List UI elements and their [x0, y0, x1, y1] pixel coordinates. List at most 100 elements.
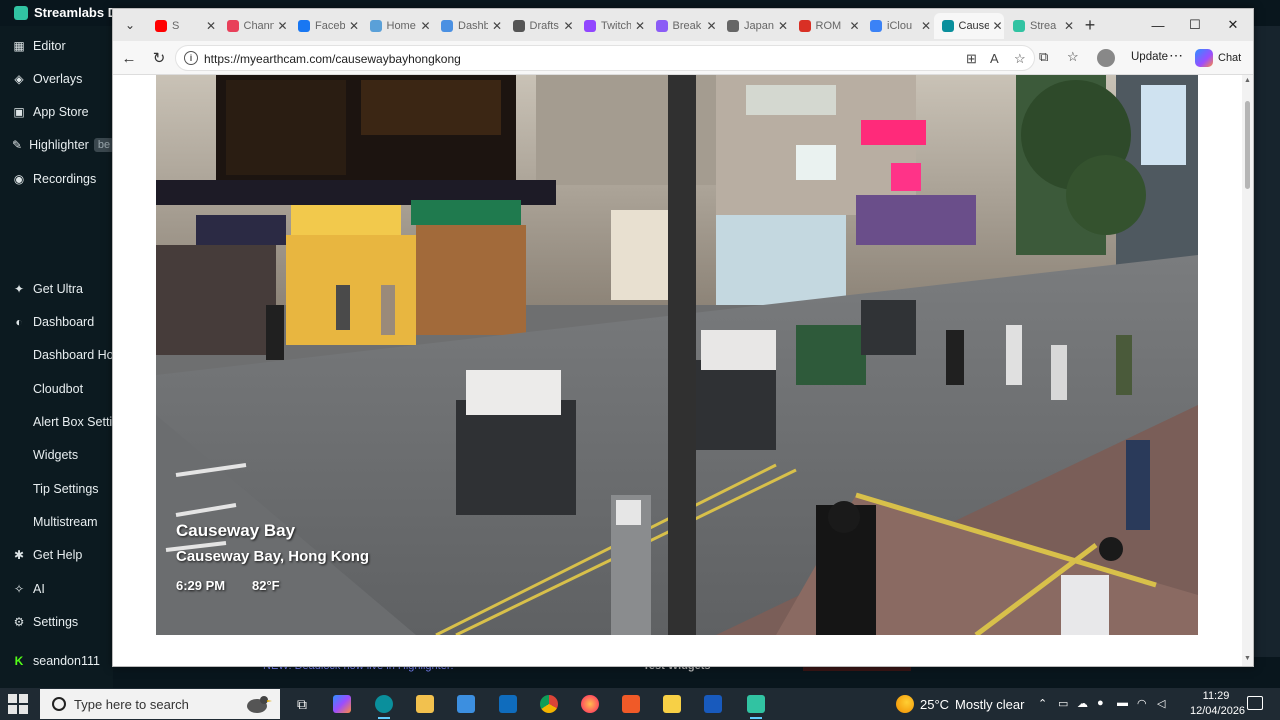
tab-label: Dashb — [458, 20, 488, 32]
extensions-icon[interactable]: ⧉ — [1039, 49, 1048, 65]
nav-editor[interactable]: ▦ Editor — [0, 31, 113, 61]
new-tab-button[interactable]: + — [1079, 14, 1101, 36]
close-tab-icon[interactable]: ✕ — [421, 19, 431, 33]
close-tab-icon[interactable]: ✕ — [492, 19, 502, 33]
copilot-chat-button[interactable]: Chat — [1195, 49, 1241, 67]
site-info-icon[interactable]: i — [184, 51, 198, 65]
nav-multistream[interactable]: Multistream — [0, 507, 113, 537]
nav-dashboard[interactable]: ◐ Dashboard — [0, 307, 113, 337]
scrollbar-thumb[interactable] — [1245, 101, 1250, 189]
close-tab-icon[interactable]: ✕ — [707, 19, 717, 33]
close-tab-icon[interactable]: ✕ — [349, 19, 359, 33]
more-menu-icon[interactable]: ⋯ — [1169, 47, 1183, 64]
notification-center-icon[interactable] — [1247, 696, 1263, 710]
wifi-icon[interactable]: ◠ — [1137, 697, 1147, 710]
close-tab-icon[interactable]: ✕ — [635, 19, 645, 33]
microphone-icon[interactable]: ● — [1097, 697, 1104, 709]
browser-tab[interactable]: Cause ✕ — [933, 13, 1004, 39]
weather-moon-icon — [896, 695, 914, 713]
scroll-down-icon[interactable]: ▼ — [1244, 655, 1251, 662]
browser-tab[interactable]: Drafts ✕ — [505, 13, 575, 39]
search-icon — [52, 697, 66, 711]
tray-app-icon[interactable]: ▭ — [1058, 697, 1068, 710]
file-explorer-icon[interactable] — [411, 692, 439, 716]
windows-start-icon[interactable] — [8, 694, 28, 714]
tab-label: Home — [386, 20, 416, 32]
scroll-up-icon[interactable]: ▲ — [1244, 77, 1251, 84]
chrome-icon[interactable] — [535, 692, 563, 716]
weather-widget[interactable]: 25°C Mostly clear — [896, 695, 1024, 713]
firefox-icon[interactable] — [576, 692, 604, 716]
minimize-button[interactable]: — — [1143, 14, 1173, 36]
nav-ai[interactable]: ✧ AI — [0, 574, 113, 604]
profile-avatar[interactable] — [1097, 49, 1115, 67]
word-icon[interactable] — [699, 692, 727, 716]
close-tab-icon[interactable]: ✕ — [278, 19, 288, 33]
close-tab-icon[interactable]: ✕ — [564, 19, 574, 33]
help-icon: ✱ — [13, 548, 25, 562]
back-button[interactable]: ← — [117, 47, 141, 69]
close-tab-icon[interactable]: ✕ — [993, 19, 1003, 33]
update-button[interactable]: Update — [1131, 51, 1168, 63]
tab-actions-chevron-icon[interactable]: ⌄ — [119, 14, 141, 36]
browser-tab[interactable]: Faceb ✕ — [290, 13, 360, 39]
close-tab-icon[interactable]: ✕ — [1064, 19, 1074, 33]
url-text[interactable]: https://myearthcam.com/causewaybayhongko… — [204, 52, 461, 66]
youtube-icon — [155, 20, 167, 32]
user-profile[interactable]: Kseandon111 — [0, 646, 113, 676]
browser-tab[interactable]: Chann ✕ — [219, 13, 289, 39]
microsoft-store-icon[interactable] — [452, 692, 480, 716]
browser-tab[interactable]: S ✕ — [147, 13, 217, 39]
brave-icon[interactable] — [617, 692, 645, 716]
browser-tab[interactable]: Home ✕ — [362, 13, 432, 39]
favorites-icon[interactable]: ☆ — [1067, 49, 1079, 65]
copilot-taskbar-icon[interactable] — [328, 692, 356, 716]
close-window-button[interactable]: ✕ — [1218, 14, 1248, 36]
taskbar-search-box[interactable]: Type here to search — [40, 689, 280, 719]
nav-cloudbot[interactable]: Cloudbot — [0, 374, 113, 404]
browser-tab[interactable]: Strea ✕ — [1005, 13, 1075, 39]
close-tab-icon[interactable]: ✕ — [778, 19, 788, 33]
camera-location-subtitle: Causeway Bay, Hong Kong — [176, 548, 370, 565]
nav-tip-settings[interactable]: Tip Settings — [0, 474, 113, 504]
task-view-icon[interactable]: ⧉ — [288, 692, 316, 716]
browser-tab[interactable]: ROM ✕ — [791, 13, 861, 39]
sticky-notes-icon[interactable] — [658, 692, 686, 716]
outlook-icon[interactable] — [494, 692, 522, 716]
close-tab-icon[interactable]: ✕ — [921, 19, 931, 33]
battery-icon[interactable]: ▬ — [1117, 697, 1128, 709]
close-tab-icon[interactable]: ✕ — [850, 19, 860, 33]
nav-get-help[interactable]: ✱ Get Help — [0, 540, 113, 570]
ultra-icon: ✦ — [13, 282, 25, 296]
close-tab-icon[interactable]: ✕ — [206, 19, 216, 33]
volume-icon[interactable]: ◁ — [1157, 697, 1165, 710]
maximize-button[interactable]: ☐ — [1180, 14, 1210, 36]
nav-highlighter[interactable]: ✎ Highlighter be — [0, 130, 113, 160]
nav-app-store[interactable]: ▣ App Store — [0, 97, 113, 127]
read-aloud-icon[interactable]: A — [990, 51, 999, 66]
browser-tab[interactable]: iClou ✕ — [862, 13, 932, 39]
refresh-button[interactable]: ↻ — [147, 47, 171, 69]
address-bar[interactable]: i https://myearthcam.com/causewaybayhong… — [175, 45, 1035, 71]
nav-alert-box-settings[interactable]: Alert Box Settin — [0, 407, 113, 437]
split-screen-icon[interactable]: ⊞ — [966, 51, 977, 67]
nav-dashboard-home[interactable]: Dashboard Hom — [0, 340, 113, 370]
browser-tab[interactable]: Japan ✕ — [719, 13, 789, 39]
tab-label: Break — [672, 20, 702, 32]
nav-get-ultra[interactable]: ✦ Get Ultra — [0, 274, 113, 304]
nav-recordings[interactable]: ◉ Recordings — [0, 164, 113, 194]
show-hidden-icons-chevron-icon[interactable]: ⌃ — [1038, 697, 1047, 710]
streamlabs-taskbar-icon[interactable] — [742, 692, 770, 719]
page-scrollbar[interactable]: ▲ ▼ — [1242, 75, 1253, 666]
nav-overlays[interactable]: ◈ Overlays — [0, 64, 113, 94]
nav-settings[interactable]: ⚙ Settings — [0, 607, 113, 637]
onedrive-icon[interactable]: ☁ — [1077, 697, 1088, 710]
browser-tab[interactable]: Dashb ✕ — [433, 13, 503, 39]
taskbar-clock[interactable]: 11:29 12/04/2026 — [1190, 689, 1245, 719]
nav-widgets[interactable]: Widgets — [0, 440, 113, 470]
favorite-star-icon[interactable]: ☆ — [1014, 51, 1026, 67]
browser-tab[interactable]: Break ✕ — [648, 13, 718, 39]
webcam-feed[interactable]: Causeway Bay Causeway Bay, Hong Kong 6:2… — [156, 75, 1198, 635]
edge-taskbar-icon[interactable] — [370, 692, 398, 719]
browser-tab[interactable]: Twitch ✕ — [576, 13, 646, 39]
